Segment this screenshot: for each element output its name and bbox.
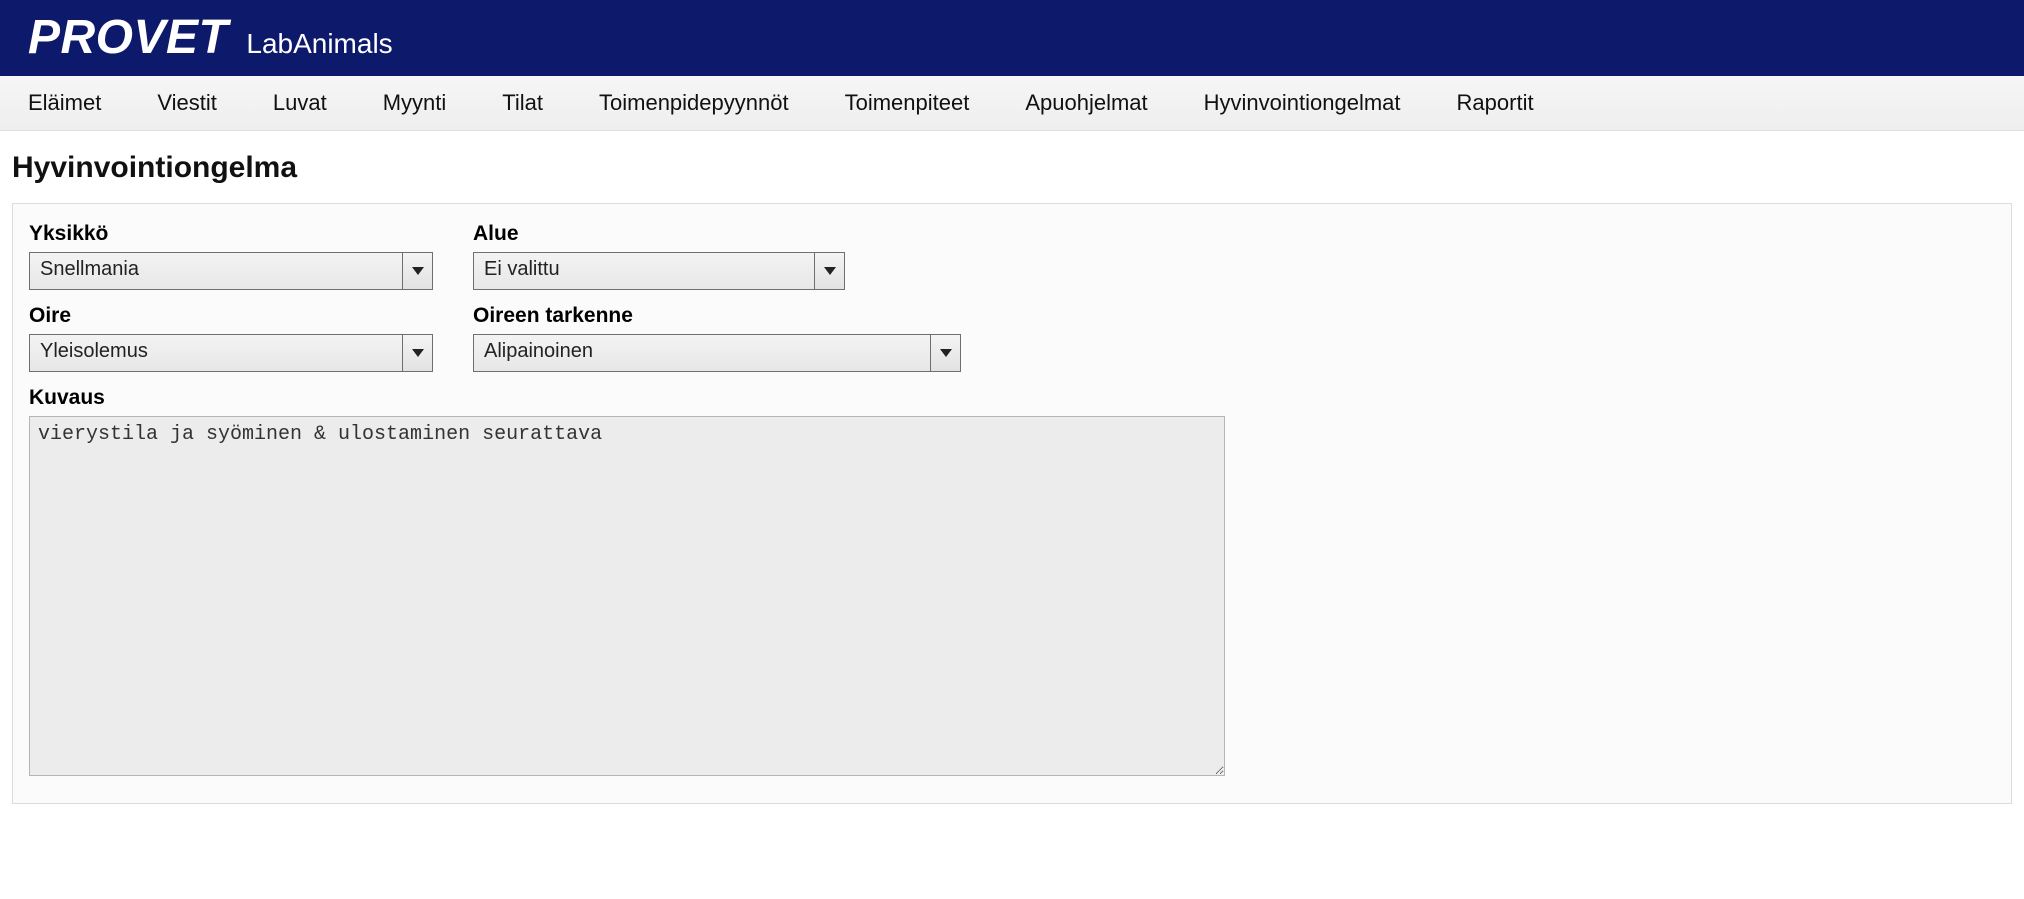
page-title: Hyvinvointiongelma bbox=[0, 131, 2024, 203]
menu-hyvinvointiongelmat[interactable]: Hyvinvointiongelmat bbox=[1176, 76, 1429, 130]
chevron-down-icon bbox=[412, 267, 424, 275]
menu-viestit[interactable]: Viestit bbox=[129, 76, 245, 130]
select-oire-value: Yleisolemus bbox=[30, 335, 402, 371]
select-tarkenne-button[interactable] bbox=[930, 335, 960, 371]
main-menubar: Eläimet Viestit Luvat Myynti Tilat Toime… bbox=[0, 76, 2024, 131]
menu-tilat[interactable]: Tilat bbox=[474, 76, 571, 130]
menu-raportit[interactable]: Raportit bbox=[1429, 76, 1562, 130]
chevron-down-icon bbox=[940, 349, 952, 357]
chevron-down-icon bbox=[412, 349, 424, 357]
menu-luvat[interactable]: Luvat bbox=[245, 76, 355, 130]
select-alue-value: Ei valittu bbox=[474, 253, 814, 289]
select-yksikko[interactable]: Snellmania bbox=[29, 252, 433, 290]
select-tarkenne[interactable]: Alipainoinen bbox=[473, 334, 961, 372]
textarea-kuvaus[interactable] bbox=[29, 416, 1225, 776]
chevron-down-icon bbox=[824, 267, 836, 275]
brand-logo: PROVET bbox=[28, 14, 228, 62]
select-yksikko-button[interactable] bbox=[402, 253, 432, 289]
select-yksikko-value: Snellmania bbox=[30, 253, 402, 289]
label-kuvaus: Kuvaus bbox=[29, 386, 1995, 410]
select-alue-button[interactable] bbox=[814, 253, 844, 289]
form-panel: Yksikkö Snellmania Alue Ei valittu bbox=[12, 203, 2012, 804]
select-oire[interactable]: Yleisolemus bbox=[29, 334, 433, 372]
menu-apuohjelmat[interactable]: Apuohjelmat bbox=[997, 76, 1175, 130]
select-alue[interactable]: Ei valittu bbox=[473, 252, 845, 290]
menu-myynti[interactable]: Myynti bbox=[355, 76, 475, 130]
app-header: PROVET LabAnimals bbox=[0, 0, 2024, 76]
brand-subtitle: LabAnimals bbox=[246, 28, 392, 60]
label-oire: Oire bbox=[29, 304, 433, 328]
menu-toimenpiteet[interactable]: Toimenpiteet bbox=[817, 76, 998, 130]
label-yksikko: Yksikkö bbox=[29, 222, 433, 246]
label-tarkenne: Oireen tarkenne bbox=[473, 304, 961, 328]
label-alue: Alue bbox=[473, 222, 845, 246]
menu-toimenpidepyynnot[interactable]: Toimenpidepyynnöt bbox=[571, 76, 817, 130]
select-oire-button[interactable] bbox=[402, 335, 432, 371]
select-tarkenne-value: Alipainoinen bbox=[474, 335, 930, 371]
menu-elaimet[interactable]: Eläimet bbox=[0, 76, 129, 130]
